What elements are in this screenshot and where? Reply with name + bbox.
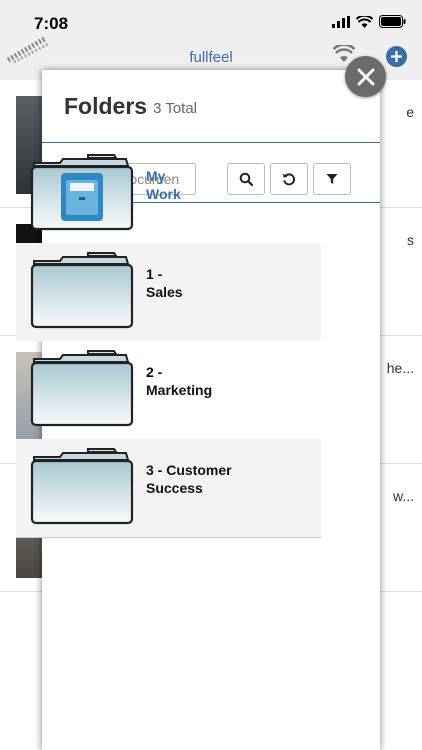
folder-row-marketing[interactable]: 2 - Marketing: [16, 341, 321, 439]
folder-icon: [30, 252, 134, 329]
close-icon: [357, 68, 374, 85]
folder-count: 3 Total: [153, 100, 198, 117]
panel-title: Folders: [64, 92, 148, 119]
list-item-text: w...: [392, 488, 414, 504]
list-item-text: s: [407, 232, 414, 248]
add-button[interactable]: [386, 46, 407, 67]
folder-icon: [30, 350, 134, 427]
folder-icon: [30, 448, 134, 525]
battery-icon: [379, 15, 406, 28]
filter-icon: [326, 174, 338, 184]
status-bar: 7:08: [0, 0, 422, 40]
folder-list: My Work 1 - Sales 2 - Marketing 3 - Cust…: [16, 145, 321, 538]
plus-icon: [391, 51, 402, 62]
signal-icon: [332, 15, 350, 28]
folder-row-customer-success[interactable]: 3 - Customer Success: [16, 439, 321, 537]
folder-label: 3 - Customer Success: [146, 462, 232, 496]
folder-row-my-work[interactable]: My Work: [16, 145, 321, 243]
list-item-text: e: [406, 104, 414, 120]
cabinet-folder-icon: [30, 154, 134, 231]
folder-row-sales[interactable]: 1 - Sales: [16, 243, 321, 341]
wifi-icon: [356, 15, 373, 28]
folder-label: My Work: [146, 168, 181, 202]
status-time: 7:08: [34, 14, 69, 33]
folder-label: 2 - Marketing: [146, 364, 213, 398]
folder-label: 1 - Sales: [146, 266, 183, 300]
list-item-text: he...: [386, 360, 414, 376]
status-icons: [332, 15, 406, 28]
close-button[interactable]: [345, 56, 386, 97]
list-divider: [16, 537, 321, 538]
panel-header: Folders 3 Total: [42, 70, 380, 143]
